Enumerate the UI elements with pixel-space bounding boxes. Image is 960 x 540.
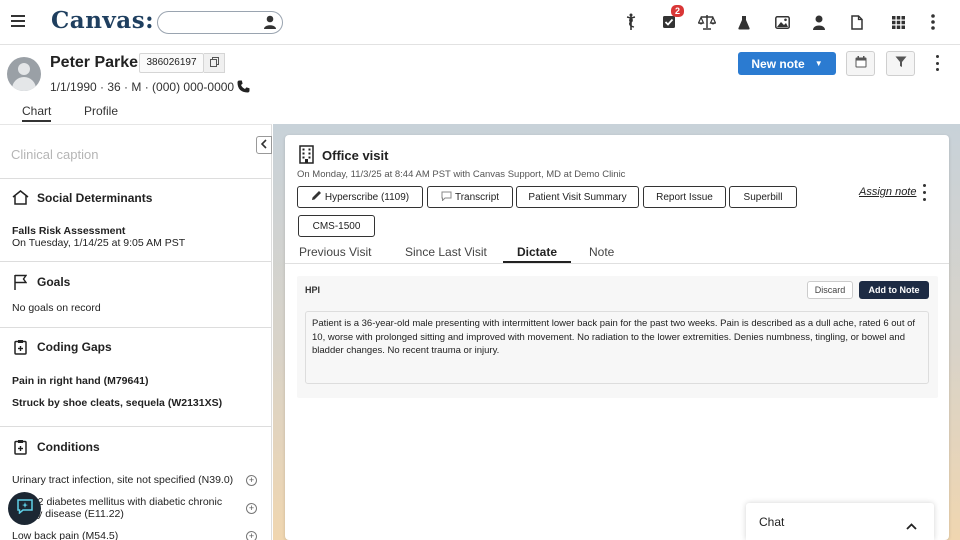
hyperscribe-label: Hyperscribe (1109) bbox=[324, 191, 410, 203]
hpi-label: HPI bbox=[305, 285, 321, 295]
patient-name[interactable]: Peter Parker bbox=[50, 54, 144, 72]
transcript-label: Transcript bbox=[454, 191, 500, 203]
divider bbox=[0, 327, 272, 328]
image-icon[interactable] bbox=[772, 12, 792, 32]
assistant-chat-button[interactable] bbox=[8, 492, 41, 525]
conditions-title: Conditions bbox=[37, 440, 100, 454]
chevron-down-icon: ▼ bbox=[814, 59, 823, 68]
active-tab-indicator bbox=[503, 261, 571, 263]
conditions-header[interactable]: Conditions bbox=[11, 439, 100, 455]
copy-mrn-button[interactable] bbox=[204, 53, 225, 73]
flask-icon[interactable] bbox=[734, 12, 754, 32]
condition-item[interactable]: Type 2 diabetes mellitus with diabetic c… bbox=[12, 496, 222, 508]
building-icon bbox=[299, 145, 314, 169]
tasks-badge: 2 bbox=[671, 5, 685, 17]
filter-icon bbox=[895, 55, 907, 73]
pencil-icon bbox=[311, 190, 322, 204]
tab-since-last-visit[interactable]: Since Last Visit bbox=[405, 245, 487, 259]
chat-label: Chat bbox=[759, 515, 785, 529]
coding-gaps-title: Coding Gaps bbox=[37, 340, 112, 354]
hyperscribe-button[interactable]: Hyperscribe (1109) bbox=[297, 186, 423, 208]
discard-button[interactable]: Discard bbox=[807, 281, 853, 299]
clinical-caption[interactable]: Clinical caption bbox=[11, 147, 98, 162]
new-note-button[interactable]: New note ▼ bbox=[738, 52, 836, 75]
coding-gap-item[interactable]: Struck by shoe cleats, sequela (W2131XS) bbox=[12, 397, 222, 409]
tab-profile[interactable]: Profile bbox=[84, 104, 118, 118]
condition-item[interactable]: Low back pain (M54.5) bbox=[12, 530, 118, 540]
assign-note-link[interactable]: Assign note bbox=[859, 186, 916, 198]
house-icon bbox=[11, 190, 29, 205]
search-input[interactable] bbox=[158, 12, 258, 33]
goals-header[interactable]: Goals bbox=[11, 274, 70, 290]
add-to-note-button[interactable]: Add to Note bbox=[859, 281, 929, 299]
calendar-icon bbox=[855, 55, 867, 73]
social-determinants-header[interactable]: Social Determinants bbox=[11, 190, 152, 205]
coding-gaps-header[interactable]: Coding Gaps bbox=[11, 339, 112, 355]
hpi-text-area[interactable]: Patient is a 36-year-old male presenting… bbox=[305, 311, 929, 384]
collapse-sidebar-button[interactable] bbox=[256, 136, 272, 154]
patient-demographics: 1/1/1990 · 36 · M · (000) 000-0000 bbox=[50, 80, 235, 94]
patient-mrn: 386026197 bbox=[139, 53, 204, 73]
add-condition-icon[interactable]: + bbox=[246, 475, 257, 486]
divider bbox=[0, 178, 272, 179]
patient-tabs: Chart Profile bbox=[0, 104, 272, 124]
tabs-divider bbox=[285, 263, 949, 264]
superbill-button[interactable]: Superbill bbox=[729, 186, 797, 208]
add-condition-icon[interactable]: + bbox=[246, 503, 257, 514]
visit-title: Office visit bbox=[322, 148, 389, 163]
social-determinants-title: Social Determinants bbox=[37, 190, 153, 205]
app-logo[interactable]: Canvas: bbox=[51, 7, 154, 34]
tab-chart[interactable]: Chart bbox=[22, 104, 52, 122]
cms-1500-button[interactable]: CMS-1500 bbox=[298, 215, 375, 237]
speech-bubble-icon bbox=[441, 191, 452, 204]
more-vert-icon[interactable] bbox=[923, 12, 943, 32]
caduceus-icon[interactable] bbox=[621, 12, 641, 32]
goals-title: Goals bbox=[37, 275, 71, 289]
filter-button[interactable] bbox=[886, 51, 915, 76]
note-more-menu-icon[interactable] bbox=[921, 184, 927, 201]
scale-icon[interactable] bbox=[697, 12, 717, 32]
goals-empty: No goals on record bbox=[12, 302, 101, 314]
copy-icon bbox=[209, 54, 219, 72]
divider bbox=[0, 261, 272, 262]
clipboard-icon bbox=[11, 339, 29, 355]
visit-subtitle: On Monday, 11/3/25 at 8:44 AM PST with C… bbox=[297, 169, 626, 180]
chat-panel[interactable]: Chat bbox=[746, 503, 934, 540]
new-note-label: New note bbox=[751, 56, 805, 71]
transcript-button[interactable]: Transcript bbox=[427, 186, 513, 208]
person-icon[interactable] bbox=[809, 12, 829, 32]
menu-icon[interactable] bbox=[11, 15, 25, 27]
patient-more-menu-icon[interactable] bbox=[933, 55, 941, 71]
top-navigation-bar: Canvas: 2 bbox=[0, 0, 960, 45]
clipboard-icon bbox=[11, 439, 29, 455]
patient-avatar bbox=[7, 57, 41, 91]
tab-previous-visit[interactable]: Previous Visit bbox=[299, 245, 371, 259]
flag-icon bbox=[11, 274, 29, 290]
divider bbox=[0, 426, 272, 427]
chevron-left-icon bbox=[260, 136, 267, 154]
falls-risk-date: On Tuesday, 1/14/25 at 9:05 AM PST bbox=[12, 237, 186, 249]
coding-gap-item[interactable]: Pain in right hand (M79641) bbox=[12, 375, 149, 387]
chevron-up-icon[interactable] bbox=[906, 517, 917, 535]
falls-risk-title[interactable]: Falls Risk Assessment bbox=[12, 225, 125, 237]
person-search-icon bbox=[264, 15, 276, 34]
calendar-button[interactable] bbox=[846, 51, 875, 76]
tab-dictate[interactable]: Dictate bbox=[517, 245, 557, 259]
document-icon[interactable] bbox=[847, 12, 867, 32]
patient-visit-summary-button[interactable]: Patient Visit Summary bbox=[516, 186, 639, 208]
add-condition-icon[interactable]: + bbox=[246, 531, 257, 540]
patient-search[interactable] bbox=[157, 11, 283, 34]
tab-note[interactable]: Note bbox=[589, 245, 614, 259]
phone-icon[interactable] bbox=[237, 80, 250, 98]
chat-sparkle-icon bbox=[16, 498, 33, 519]
report-issue-button[interactable]: Report Issue bbox=[643, 186, 726, 208]
condition-item[interactable]: Urinary tract infection, site not specif… bbox=[12, 474, 233, 486]
apps-grid-icon[interactable] bbox=[888, 12, 908, 32]
